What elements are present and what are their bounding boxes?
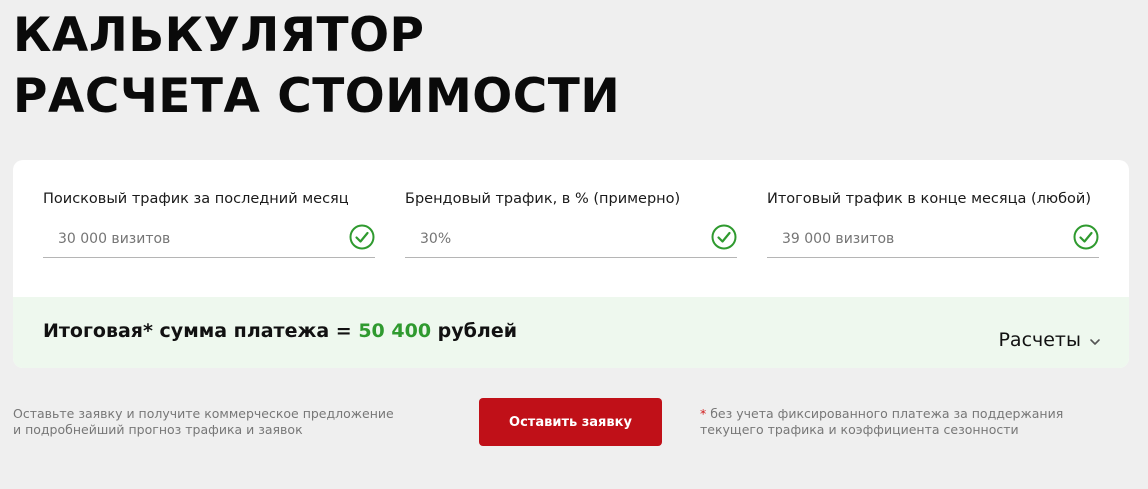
check-circle-icon bbox=[1073, 224, 1099, 250]
disclaimer-line-2: текущего трафика и коэффициента сезоннос… bbox=[700, 422, 1019, 437]
search-traffic-input[interactable] bbox=[43, 220, 375, 258]
total-traffic-label: Итоговый трафик в конце месяца (любой) bbox=[767, 191, 1092, 207]
result-panel: Итоговая* сумма платежа = 50 400 рублей … bbox=[13, 297, 1129, 368]
check-circle-icon bbox=[711, 224, 737, 250]
page-title-line-1: КАЛЬКУЛЯТОР bbox=[13, 8, 425, 63]
calculations-toggle[interactable]: Расчеты bbox=[998, 329, 1101, 351]
disclaimer-note: * без учета фиксированного платежа за по… bbox=[700, 406, 1063, 438]
offer-note-line-1: Оставьте заявку и получите коммерческое … bbox=[13, 406, 394, 421]
total-payment-prefix: Итоговая* сумма платежа = bbox=[43, 320, 359, 342]
offer-note: Оставьте заявку и получите коммерческое … bbox=[13, 406, 394, 438]
calculations-toggle-label: Расчеты bbox=[998, 329, 1081, 351]
calculator-card: Поисковый трафик за последний месяц Брен… bbox=[13, 160, 1129, 368]
page-title: КАЛЬКУЛЯТОР РАСЧЕТА СТОИМОСТИ bbox=[13, 5, 620, 127]
chevron-down-icon bbox=[1090, 339, 1100, 345]
brand-traffic-input[interactable] bbox=[405, 220, 737, 258]
disclaimer-line-1-text: без учета фиксированного платежа за подд… bbox=[706, 406, 1064, 421]
page-title-line-2: РАСЧЕТА СТОИМОСТИ bbox=[13, 69, 621, 124]
offer-note-line-2: и подробнейший прогноз трафика и заявок bbox=[13, 422, 303, 437]
check-circle-icon bbox=[349, 224, 375, 250]
brand-traffic-label: Брендовый трафик, в % (примерно) bbox=[405, 191, 681, 207]
total-payment-suffix: рублей bbox=[431, 320, 518, 342]
total-payment-amount: 50 400 bbox=[358, 320, 432, 342]
disclaimer-line-1: * без учета фиксированного платежа за по… bbox=[700, 406, 1063, 422]
total-payment: Итоговая* сумма платежа = 50 400 рублей bbox=[43, 320, 517, 342]
submit-request-button[interactable]: Оставить заявку bbox=[479, 398, 662, 446]
total-traffic-input[interactable] bbox=[767, 220, 1099, 258]
search-traffic-label: Поисковый трафик за последний месяц bbox=[43, 191, 349, 207]
